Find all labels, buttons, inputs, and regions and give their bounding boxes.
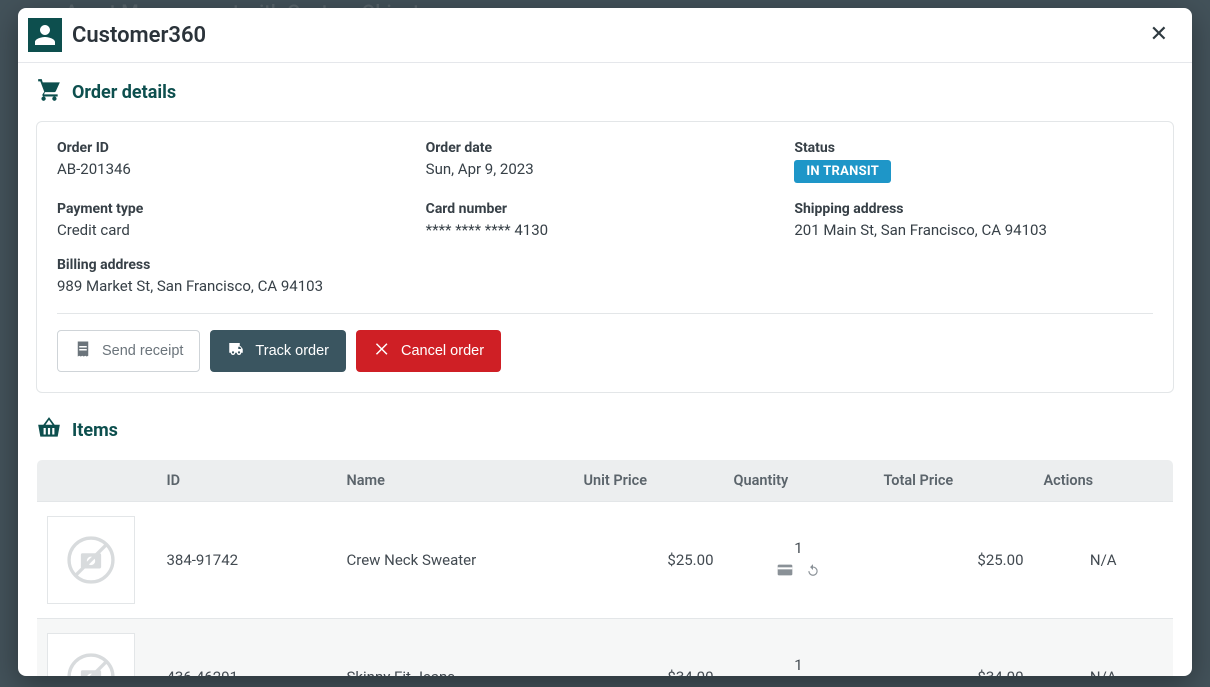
card-number-field: Card number **** **** **** 4130 xyxy=(426,201,785,239)
receipt-icon xyxy=(74,340,92,362)
items-table: ID Name Unit Price Quantity Total Price … xyxy=(36,459,1174,676)
table-row: 436-46291 Skinny Fit Jeans $34.00 1 $34.… xyxy=(37,619,1174,677)
send-receipt-button[interactable]: Send receipt xyxy=(57,330,200,372)
payment-type-value: Credit card xyxy=(57,221,416,239)
order-details-title: Order details xyxy=(72,82,176,103)
cancel-order-button[interactable]: Cancel order xyxy=(356,330,501,372)
item-quantity: 1 xyxy=(794,539,802,557)
items-header: Items xyxy=(36,415,1174,445)
col-image xyxy=(37,460,157,502)
item-name: Skinny Fit Jeans xyxy=(337,619,574,677)
order-id-label: Order ID xyxy=(57,140,416,156)
cart-icon xyxy=(36,77,62,107)
track-order-button[interactable]: Track order xyxy=(210,330,346,372)
col-id: ID xyxy=(157,460,337,502)
item-name: Crew Neck Sweater xyxy=(337,502,574,619)
credit-card-icon[interactable] xyxy=(777,563,793,581)
card-number-value: **** **** **** 4130 xyxy=(426,221,785,239)
order-date-value: Sun, Apr 9, 2023 xyxy=(426,160,785,178)
track-order-label: Track order xyxy=(255,343,329,359)
billing-address-field: Billing address 989 Market St, San Franc… xyxy=(57,257,1153,295)
truck-icon xyxy=(227,340,245,362)
col-actions: Actions xyxy=(1034,460,1174,502)
item-unit-price: $34.00 xyxy=(574,619,724,677)
no-image-icon xyxy=(47,516,135,604)
order-date-label: Order date xyxy=(426,140,785,156)
cancel-icon xyxy=(373,340,391,362)
payment-type-field: Payment type Credit card xyxy=(57,201,416,239)
order-date-field: Order date Sun, Apr 9, 2023 xyxy=(426,140,785,183)
modal-title: Customer360 xyxy=(72,23,1142,48)
item-unit-price: $25.00 xyxy=(574,502,724,619)
item-total-price: $25.00 xyxy=(874,502,1034,619)
items-title: Items xyxy=(72,420,118,441)
order-actions-row: Send receipt Track order Cancel order xyxy=(57,330,1153,372)
col-name: Name xyxy=(337,460,574,502)
order-id-field: Order ID AB-201346 xyxy=(57,140,416,183)
status-label: Status xyxy=(794,140,1153,156)
modal-header: Customer360 ✕ xyxy=(18,8,1192,63)
col-unit-price: Unit Price xyxy=(574,460,724,502)
item-total-price: $34.00 xyxy=(874,619,1034,677)
item-id: 384-91742 xyxy=(157,502,337,619)
modal-body: Order details Order ID AB-201346 Order d… xyxy=(18,63,1192,676)
no-image-icon xyxy=(47,633,135,676)
order-details-header: Order details xyxy=(36,77,1174,107)
shipping-address-label: Shipping address xyxy=(794,201,1153,217)
item-quantity: 1 xyxy=(794,656,802,674)
customer360-modal: Customer360 ✕ Order details Order ID AB-… xyxy=(18,8,1192,676)
customer-avatar-icon xyxy=(28,18,62,52)
billing-address-value: 989 Market St, San Francisco, CA 94103 xyxy=(57,277,1153,295)
item-id: 436-46291 xyxy=(157,619,337,677)
billing-address-label: Billing address xyxy=(57,257,1153,273)
item-actions: N/A xyxy=(1034,502,1174,619)
status-badge: IN TRANSIT xyxy=(794,160,891,183)
col-quantity: Quantity xyxy=(724,460,874,502)
send-receipt-label: Send receipt xyxy=(102,343,183,359)
order-id-value: AB-201346 xyxy=(57,160,416,178)
close-icon[interactable]: ✕ xyxy=(1142,20,1176,50)
basket-icon xyxy=(36,415,62,445)
shipping-address-value: 201 Main St, San Francisco, CA 94103 xyxy=(794,221,1153,239)
order-details-card: Order ID AB-201346 Order date Sun, Apr 9… xyxy=(36,121,1174,393)
refresh-icon[interactable] xyxy=(805,563,821,581)
item-actions: N/A xyxy=(1034,619,1174,677)
cancel-order-label: Cancel order xyxy=(401,343,484,359)
status-field: Status IN TRANSIT xyxy=(794,140,1153,183)
col-total-price: Total Price xyxy=(874,460,1034,502)
divider xyxy=(57,313,1153,314)
payment-type-label: Payment type xyxy=(57,201,416,217)
card-number-label: Card number xyxy=(426,201,785,217)
shipping-address-field: Shipping address 201 Main St, San Franci… xyxy=(794,201,1153,239)
items-table-header-row: ID Name Unit Price Quantity Total Price … xyxy=(37,460,1174,502)
table-row: 384-91742 Crew Neck Sweater $25.00 1 $25… xyxy=(37,502,1174,619)
